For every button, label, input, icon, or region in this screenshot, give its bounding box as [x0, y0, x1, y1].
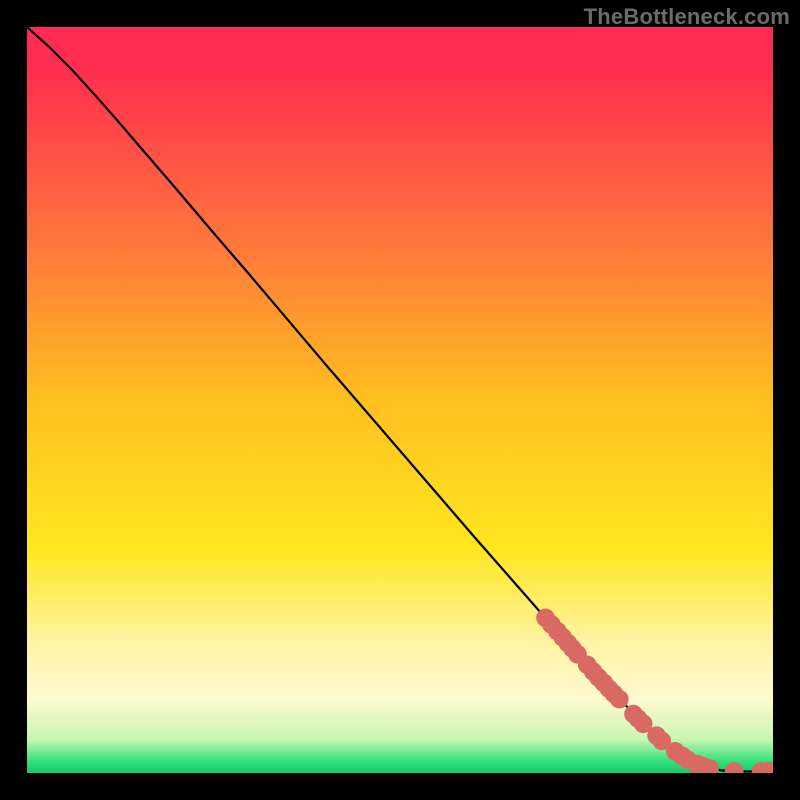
chart-plot [27, 27, 773, 773]
gradient-bg [27, 27, 773, 773]
chart-stage: TheBottleneck.com [0, 0, 800, 800]
scatter-dot [610, 690, 629, 709]
